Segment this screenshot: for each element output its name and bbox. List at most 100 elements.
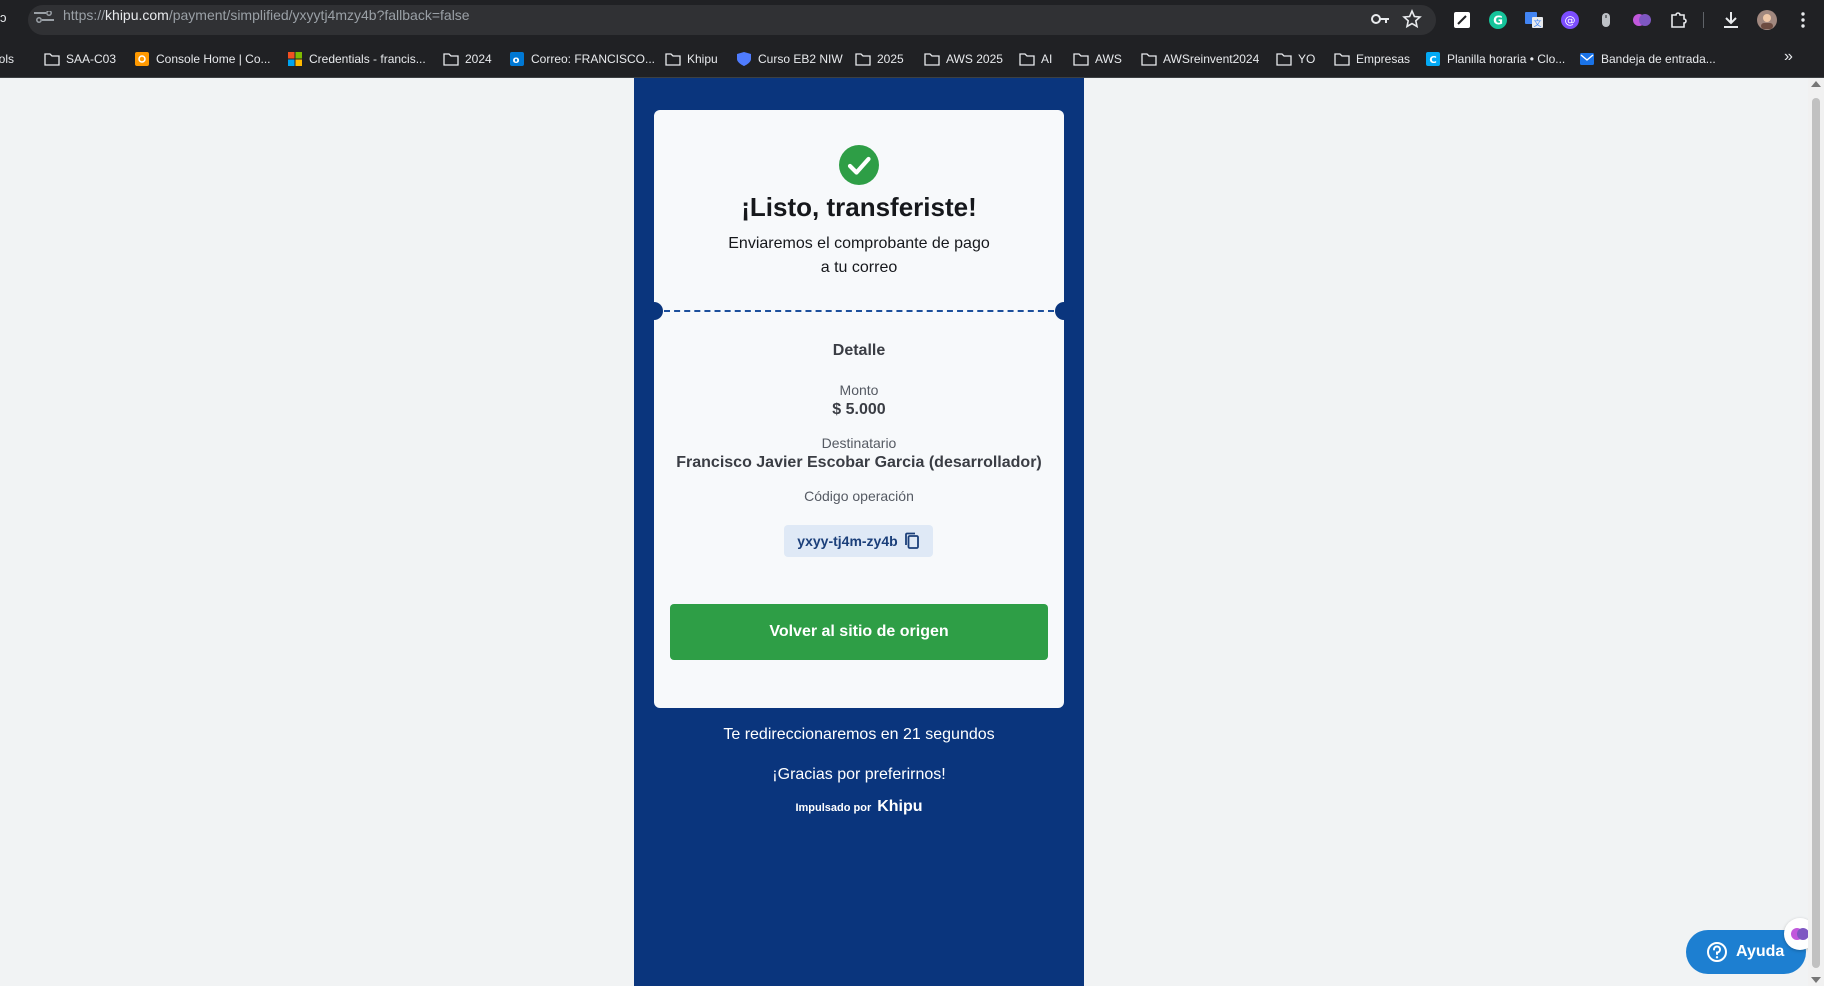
clockify-icon: C: [1425, 52, 1441, 66]
success-title: ¡Listo, transferiste!: [741, 192, 977, 222]
powered-by: Impulsado por Khipu: [634, 798, 1084, 816]
scroll-up-arrow-icon[interactable]: [1811, 81, 1821, 87]
bookmark-item[interactable]: Credentials - francis...: [287, 49, 426, 69]
bookmark-item[interactable]: SAA-C03: [44, 49, 116, 69]
scroll-thumb[interactable]: [1812, 98, 1820, 968]
folder-icon: [924, 52, 940, 66]
aws-console-icon: [134, 52, 150, 66]
bookmark-label: 2025: [877, 52, 904, 66]
ticket-notch-left: [645, 302, 663, 320]
operation-code-value: yxyy-tj4m-zy4b: [797, 533, 898, 549]
bookmark-item[interactable]: Empresas: [1334, 49, 1410, 69]
browser-toolbar: ɔ https://khipu.com/payment/simplified/y…: [0, 0, 1824, 40]
url-host: khipu.com: [105, 7, 169, 23]
bookmark-label: AWSreinvent2024: [1163, 52, 1260, 66]
bookmark-item[interactable]: 2025: [855, 49, 904, 69]
payment-panel: ¡Listo, transferiste! Enviaremos el comp…: [634, 78, 1084, 986]
bookmark-item[interactable]: AWSreinvent2024: [1141, 49, 1259, 69]
svg-text:G: G: [1493, 14, 1503, 28]
svg-text:@: @: [1565, 14, 1576, 27]
password-key-icon[interactable]: [1370, 9, 1390, 29]
bookmark-label: AWS: [1095, 52, 1122, 66]
bookmark-item[interactable]: Bandeja de entrada...: [1579, 49, 1716, 69]
bookmark-label: Correo: FRANCISCO...: [531, 52, 656, 66]
extension-brain-icon[interactable]: [1631, 9, 1653, 31]
bookmarks-overflow-button[interactable]: »: [1784, 48, 1793, 66]
extension-mouse-icon[interactable]: [1595, 9, 1617, 31]
ticket-divider: [664, 310, 1054, 312]
extension-at-icon[interactable]: @: [1559, 9, 1581, 31]
khipu-logo: Khipu: [877, 798, 923, 815]
profile-avatar-icon[interactable]: [1756, 9, 1778, 31]
url-prefix: https://: [63, 7, 106, 23]
brain-icon: [1791, 928, 1809, 940]
bookmark-item[interactable]: Curso EB2 NIW: [736, 49, 843, 69]
bookmarks-bar: Tools SAA-C03 Console Home | Co... Crede…: [0, 40, 1824, 78]
svg-text:文: 文: [1534, 18, 1542, 28]
bookmark-item[interactable]: o Correo: FRANCISCO...: [509, 49, 655, 69]
operation-code-copy[interactable]: yxyy-tj4m-zy4b: [784, 525, 933, 557]
microsoft-icon: [287, 52, 303, 66]
tab-edge-glyph: ɔ: [0, 10, 7, 25]
downloads-icon[interactable]: [1720, 9, 1742, 31]
svg-text:C: C: [1429, 55, 1436, 66]
extension-translate-icon[interactable]: 文: [1523, 9, 1545, 31]
bookmark-item[interactable]: Khipu: [665, 49, 718, 69]
receipt-card: ¡Listo, transferiste! Enviaremos el comp…: [645, 110, 1073, 708]
mail-icon: [1579, 52, 1595, 66]
scroll-down-arrow-icon[interactable]: [1811, 977, 1821, 983]
bookmark-star-icon[interactable]: [1402, 9, 1422, 29]
ticket-notch-right: [1055, 302, 1073, 320]
folder-icon: [1073, 52, 1089, 66]
bookmark-item[interactable]: Console Home | Co...: [134, 49, 271, 69]
url-text[interactable]: https://khipu.com/payment/simplified/yxy…: [63, 7, 470, 23]
extension-notion-icon[interactable]: [1451, 9, 1473, 31]
bookmark-label: Credentials - francis...: [309, 52, 426, 66]
bookmark-item[interactable]: AWS 2025: [924, 49, 1003, 69]
amount-label: Monto: [839, 382, 879, 398]
bookmark-label: YO: [1298, 52, 1316, 66]
bookmark-tools[interactable]: Tools: [0, 49, 14, 69]
bookmark-label: SAA-C03: [66, 52, 117, 66]
bookmark-label: Curso EB2 NIW: [758, 52, 843, 66]
copy-icon[interactable]: [904, 532, 920, 550]
bookmark-item[interactable]: AI: [1019, 49, 1052, 69]
folder-icon: [443, 52, 459, 66]
help-question-icon: [1706, 941, 1728, 963]
folder-icon: [855, 52, 871, 66]
success-subtitle: Enviaremos el comprobante de pago a tu c…: [654, 232, 1064, 280]
powered-by-label: Impulsado por: [795, 802, 872, 814]
extension-grammarly-icon[interactable]: G: [1487, 9, 1509, 31]
url-path: /payment/simplified/yxyytj4mzy4b?fallbac…: [168, 7, 470, 23]
recipient-label: Destinatario: [821, 435, 897, 451]
bookmark-label: Bandeja de entrada...: [1601, 52, 1716, 66]
bookmark-label: Tools: [0, 52, 15, 66]
operation-code-label: Código operación: [804, 488, 914, 504]
outlook-icon: o: [509, 52, 525, 66]
toolbar-divider: [1703, 9, 1705, 31]
bookmark-item[interactable]: YO: [1276, 49, 1315, 69]
back-to-origin-button[interactable]: Volver al sitio de origen: [670, 604, 1048, 660]
folder-icon: [1276, 52, 1292, 66]
page-scrollbar[interactable]: [1808, 78, 1824, 986]
bookmark-label: Planilla horaria • Clo...: [1447, 52, 1566, 66]
success-check-icon: [839, 145, 879, 185]
bookmark-item[interactable]: AWS: [1073, 49, 1122, 69]
bookmark-label: AI: [1041, 52, 1053, 66]
thanks-message: ¡Gracias por preferirnos!: [772, 766, 946, 783]
bookmark-item[interactable]: C Planilla horaria • Clo...: [1425, 49, 1565, 69]
subtitle-line-1: Enviaremos el comprobante de pago: [728, 235, 990, 252]
folder-icon: [1141, 52, 1157, 66]
subtitle-line-2: a tu correo: [820, 259, 898, 276]
folder-icon: [665, 52, 681, 66]
bookmark-item[interactable]: 2024: [443, 49, 492, 69]
svg-text:o: o: [513, 55, 520, 66]
recipient-value: Francisco Javier Escobar Garcia (desarro…: [676, 454, 1042, 471]
page-viewport: ¡Listo, transferiste! Enviaremos el comp…: [0, 78, 1816, 986]
folder-icon: [1019, 52, 1035, 66]
help-label: Ayuda: [1736, 943, 1785, 960]
browser-menu-icon[interactable]: [1792, 9, 1814, 31]
site-settings-icon[interactable]: [34, 10, 54, 23]
bookmark-label: Empresas: [1356, 52, 1411, 66]
extensions-puzzle-icon[interactable]: [1667, 9, 1689, 31]
